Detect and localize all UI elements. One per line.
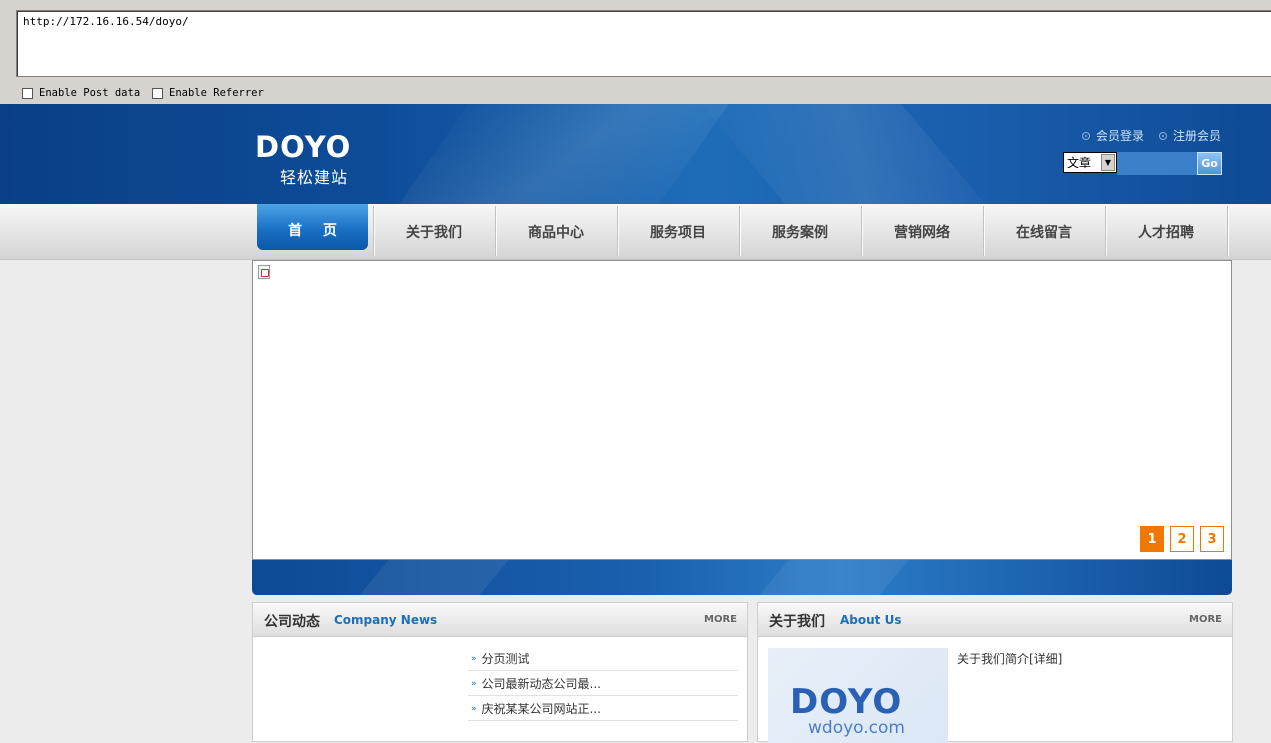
chevron-right-icon: » — [471, 678, 477, 689]
nav-item-home[interactable]: 首 页 — [257, 204, 368, 250]
search-input[interactable] — [1117, 152, 1197, 175]
url-textarea[interactable]: http://172.16.16.54/doyo/ — [16, 10, 1271, 77]
site-header: DOYO 轻松建站 会员登录 注册会员 文章 ▼ Go — [0, 104, 1271, 204]
enable-referrer-label: Enable Referrer — [169, 87, 264, 99]
enable-post-option[interactable]: Enable Post data — [22, 86, 140, 100]
dropdown-arrow-icon[interactable]: ▼ — [1101, 154, 1115, 171]
news-item-title: 公司最新动态公司最... — [481, 677, 601, 691]
slide-page-button[interactable]: 2 — [1170, 526, 1194, 552]
member-login-label: 会员登录 — [1096, 129, 1145, 143]
enable-referrer-option[interactable]: Enable Referrer — [152, 86, 264, 100]
about-image-url: wdoyo.com — [808, 718, 905, 738]
search-type-select[interactable]: 文章 ▼ — [1063, 152, 1117, 173]
list-item[interactable]: » 分页测试 — [468, 647, 738, 671]
enable-post-label: Enable Post data — [39, 87, 141, 99]
toolbar-top-edge — [0, 0, 1271, 10]
nav-item-about[interactable]: 关于我们 — [373, 204, 495, 259]
panel-subtitle: About Us — [840, 613, 902, 627]
header-light-beam — [667, 104, 1053, 204]
main-nav: 首 页 关于我们 商品中心 服务项目 服务案例 营销网络 在线留言 人才招聘 — [0, 204, 1271, 260]
strip-decoration — [746, 560, 918, 595]
panel-title: 关于我们 — [769, 614, 825, 630]
circle-bullet-icon — [1082, 131, 1090, 140]
about-us-image[interactable]: DOYO wdoyo.com — [768, 648, 948, 743]
site-logo-subtitle: 轻松建站 — [280, 168, 349, 187]
list-item[interactable]: » 庆祝某某公司网站正... — [468, 697, 738, 721]
nav-item-cases[interactable]: 服务案例 — [739, 204, 861, 259]
panel-title: 公司动态 — [264, 614, 320, 630]
panel-header: 公司动态 Company News MORE — [253, 603, 747, 637]
list-item[interactable]: » 公司最新动态公司最... — [468, 672, 738, 696]
banner-bottom-strip — [252, 560, 1232, 595]
about-us-panel: 关于我们 About Us MORE DOYO wdoyo.com 关于我们简介… — [757, 602, 1233, 743]
member-login-link[interactable]: 会员登录 — [1082, 127, 1144, 144]
strip-decoration — [346, 560, 518, 595]
nav-item-network[interactable]: 营销网络 — [861, 204, 983, 259]
member-register-link[interactable]: 注册会员 — [1159, 127, 1221, 144]
banner-slideshow[interactable]: 1 2 3 — [252, 260, 1232, 560]
company-news-panel: 公司动态 Company News MORE » 分页测试 » 公司最新动态公司… — [252, 602, 748, 742]
about-image-logo: DOYO — [790, 682, 903, 722]
slide-page-button[interactable]: 3 — [1200, 526, 1224, 552]
member-register-label: 注册会员 — [1173, 129, 1222, 143]
chevron-right-icon: » — [471, 703, 477, 714]
nav-item-products[interactable]: 商品中心 — [495, 204, 617, 259]
search-go-button[interactable]: Go — [1197, 152, 1222, 175]
enable-referrer-checkbox[interactable] — [152, 87, 163, 99]
site-logo[interactable]: DOYO — [255, 132, 351, 162]
nav-item-services[interactable]: 服务项目 — [617, 204, 739, 259]
broken-image-icon — [258, 265, 270, 279]
nav-item-jobs[interactable]: 人才招聘 — [1105, 204, 1227, 259]
circle-bullet-icon — [1159, 131, 1167, 140]
nav-divider — [1227, 206, 1228, 256]
news-item-title: 分页测试 — [481, 652, 530, 666]
more-link[interactable]: MORE — [1189, 614, 1222, 625]
more-link[interactable]: MORE — [704, 614, 737, 625]
news-item-title: 庆祝某某公司网站正... — [481, 702, 601, 716]
enable-post-checkbox[interactable] — [22, 87, 33, 99]
url-toolbar: http://172.16.16.54/doyo/ Enable Post da… — [0, 0, 1271, 104]
nav-item-guestbook[interactable]: 在线留言 — [983, 204, 1105, 259]
search-type-value: 文章 — [1067, 156, 1092, 170]
about-intro-link[interactable]: 关于我们简介[详细] — [957, 650, 1062, 667]
chevron-right-icon: » — [471, 653, 477, 664]
header-light-beam — [342, 104, 758, 204]
panel-subtitle: Company News — [334, 613, 438, 627]
slide-page-button[interactable]: 1 — [1140, 526, 1164, 552]
panel-header: 关于我们 About Us MORE — [758, 603, 1232, 637]
